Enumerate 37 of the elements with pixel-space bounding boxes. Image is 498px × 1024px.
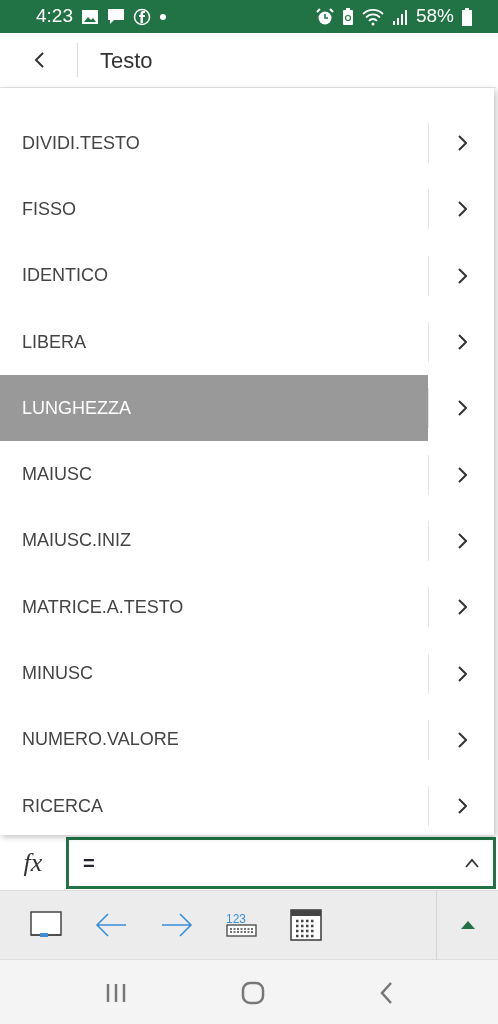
dot-icon [159, 12, 167, 21]
function-label: fx [22, 847, 44, 879]
chat-icon [107, 7, 125, 26]
image-icon [81, 8, 99, 25]
home-icon [241, 981, 265, 1005]
chevron-right-icon [456, 201, 467, 218]
details-button[interactable] [429, 772, 494, 835]
chevron-right-icon [456, 466, 467, 483]
chevron-right-icon [456, 798, 467, 815]
chevron-right-icon [456, 665, 467, 682]
chevron-right-icon [456, 400, 467, 417]
recents-icon [105, 983, 127, 1003]
chevron-right-icon [456, 599, 467, 616]
back-icon [32, 51, 45, 69]
chevron-right-icon [456, 135, 467, 152]
category-title: Testo [99, 46, 153, 75]
signal-icon [391, 7, 408, 26]
formula-field[interactable]: = [66, 836, 496, 889]
battery-saver-icon [341, 7, 354, 26]
chevron-right-icon [456, 334, 467, 351]
function-item[interactable]: RICERCA [0, 772, 428, 835]
wifi-icon [361, 7, 384, 26]
facebook-icon [133, 7, 151, 26]
back-icon [379, 981, 393, 1005]
right-arrow-icon [160, 912, 194, 938]
alarm-icon [315, 7, 334, 26]
chevron-right-icon [456, 731, 467, 748]
chevron-right-icon [456, 267, 467, 284]
chevron-up-icon [465, 857, 479, 868]
triangle-up-icon [460, 921, 475, 929]
calendar-icon [290, 909, 322, 941]
chevron-right-icon [456, 532, 467, 549]
left-arrow-icon [94, 912, 128, 938]
battery-percent: 58% [415, 4, 454, 29]
monitor-icon [30, 911, 62, 939]
clock-time: 4:23 [36, 4, 73, 29]
battery-icon [462, 7, 472, 26]
